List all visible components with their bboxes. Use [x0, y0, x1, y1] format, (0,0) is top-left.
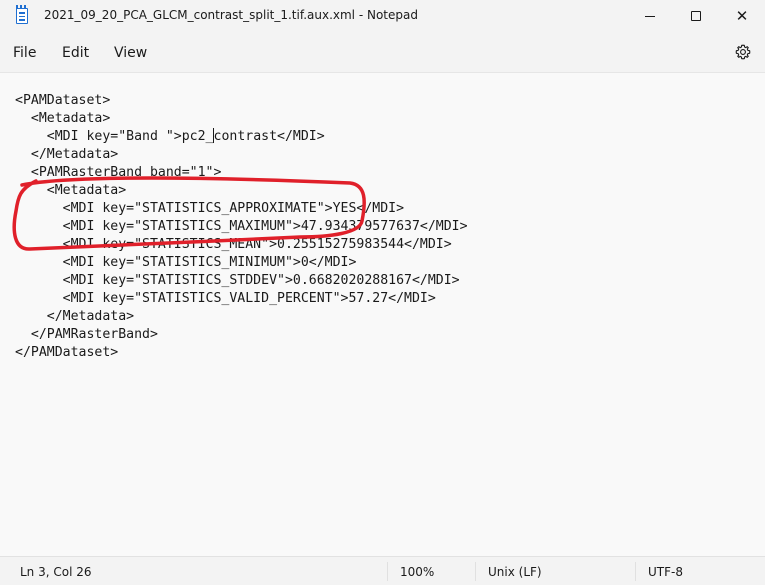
close-button[interactable]: ✕ — [719, 0, 765, 32]
status-divider — [387, 562, 388, 581]
status-divider — [475, 562, 476, 581]
text-line[interactable]: <MDI key="STATISTICS_MINIMUM">0</MDI> — [15, 254, 468, 272]
notepad-icon — [15, 5, 28, 24]
line-ending[interactable]: Unix (LF) — [488, 565, 542, 579]
gear-icon — [735, 44, 751, 60]
text-line[interactable]: <PAMRasterBand band="1"> — [15, 164, 468, 182]
status-bar: Ln 3, Col 26 100% Unix (LF) UTF-8 — [0, 556, 765, 585]
text-editor[interactable]: <PAMDataset> <Metadata> <MDI key="Band "… — [0, 72, 765, 556]
text-line[interactable]: <MDI key="Band ">pc2_contrast</MDI> — [15, 128, 468, 146]
menu-edit[interactable]: Edit — [62, 45, 89, 61]
text-line[interactable]: </Metadata> — [15, 308, 468, 326]
text-line[interactable]: <MDI key="STATISTICS_MEAN">0.25515275983… — [15, 236, 468, 254]
maximize-icon — [691, 11, 701, 21]
text-line[interactable]: <MDI key="STATISTICS_STDDEV">0.668202028… — [15, 272, 468, 290]
text-line[interactable]: </PAMRasterBand> — [15, 326, 468, 344]
maximize-button[interactable] — [673, 0, 719, 32]
document-text[interactable]: <PAMDataset> <Metadata> <MDI key="Band "… — [15, 92, 468, 362]
text-line[interactable]: </Metadata> — [15, 146, 468, 164]
text-line[interactable]: <MDI key="STATISTICS_VALID_PERCENT">57.2… — [15, 290, 468, 308]
title-bar: 2021_09_20_PCA_GLCM_contrast_split_1.tif… — [0, 0, 765, 32]
window-title: 2021_09_20_PCA_GLCM_contrast_split_1.tif… — [44, 8, 418, 22]
text-line[interactable]: <Metadata> — [15, 182, 468, 200]
settings-button[interactable] — [733, 42, 753, 62]
text-caret — [213, 128, 214, 143]
status-divider — [635, 562, 636, 581]
close-icon: ✕ — [735, 6, 749, 25]
cursor-position: Ln 3, Col 26 — [20, 565, 92, 579]
minimize-button[interactable] — [627, 0, 673, 32]
text-line[interactable]: <Metadata> — [15, 110, 468, 128]
text-line[interactable]: </PAMDataset> — [15, 344, 468, 362]
menu-view[interactable]: View — [114, 45, 147, 61]
menu-bar: File Edit View — [0, 32, 765, 72]
text-line[interactable]: <MDI key="STATISTICS_APPROXIMATE">YES</M… — [15, 200, 468, 218]
minimize-icon — [645, 15, 655, 17]
text-line[interactable]: <MDI key="STATISTICS_MAXIMUM">47.9343795… — [15, 218, 468, 236]
zoom-level[interactable]: 100% — [400, 565, 434, 579]
text-line[interactable]: <PAMDataset> — [15, 92, 468, 110]
encoding[interactable]: UTF-8 — [648, 565, 683, 579]
menu-file[interactable]: File — [13, 45, 36, 61]
